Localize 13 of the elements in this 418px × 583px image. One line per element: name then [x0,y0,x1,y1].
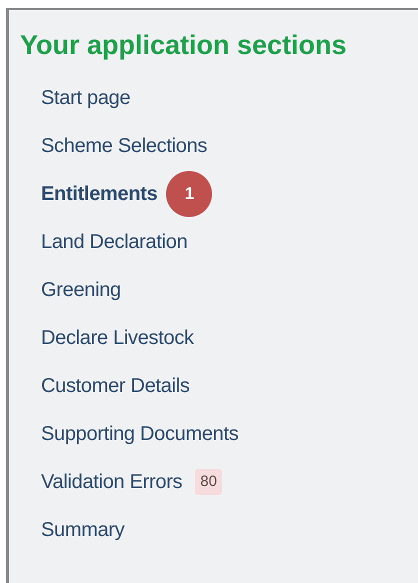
section-link[interactable]: Validation Errors [41,467,182,497]
section-link[interactable]: Greening [41,275,121,305]
section-link[interactable]: Customer Details [41,371,190,401]
section-link[interactable]: Entitlements [41,179,158,209]
error-count: 80 [195,469,222,495]
section-link[interactable]: Summary [41,515,124,545]
section-link[interactable]: Land Declaration [41,227,188,257]
step-marker: 1 [166,171,212,217]
section-link[interactable]: Scheme Selections [41,131,208,161]
panel-title: Your application sections [19,29,348,62]
section-link[interactable]: Start page [41,83,130,113]
section-link[interactable]: Supporting Documents [41,419,238,449]
section-link[interactable]: Declare Livestock [41,323,194,353]
